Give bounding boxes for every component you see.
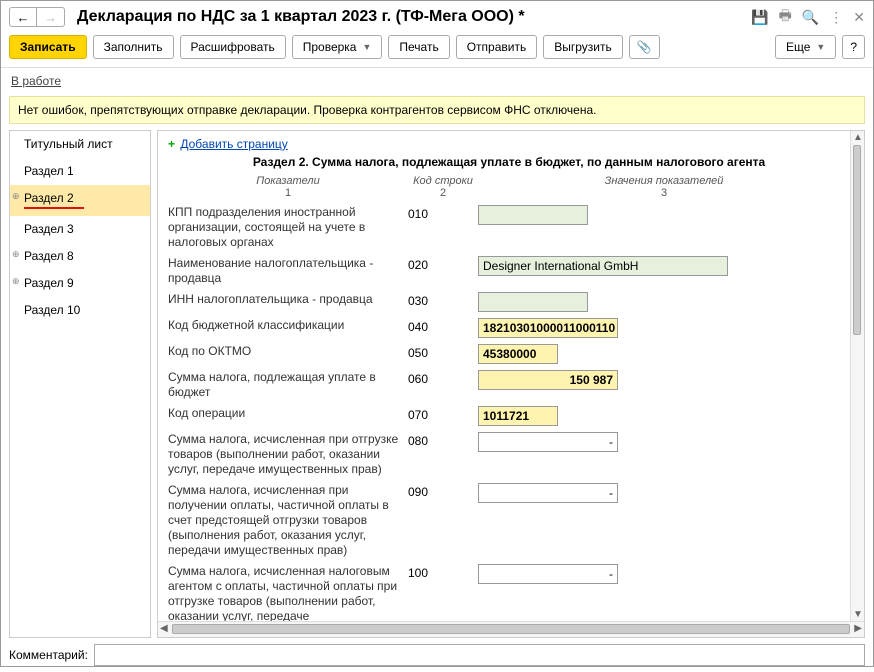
form-row-020: Наименование налогоплательщика - продавц… bbox=[168, 256, 850, 286]
scroll-right-icon[interactable]: ▶ bbox=[854, 623, 862, 634]
row-value-field[interactable]: 1011721 bbox=[478, 406, 558, 426]
comment-label: Комментарий: bbox=[9, 648, 88, 662]
check-button[interactable]: Проверка ▼ bbox=[292, 35, 383, 59]
send-button[interactable]: Отправить bbox=[456, 35, 538, 59]
export-button[interactable]: Выгрузить bbox=[543, 35, 623, 59]
more-button[interactable]: Еще ▼ bbox=[775, 35, 836, 59]
row-linecode: 040 bbox=[408, 318, 478, 334]
row-label: Код операции bbox=[168, 406, 408, 421]
vertical-scrollbar-thumb[interactable] bbox=[853, 145, 861, 335]
row-value-field[interactable]: Designer International GmbH bbox=[478, 256, 728, 276]
form-row-040: Код бюджетной классификации0401821030100… bbox=[168, 318, 850, 338]
active-underline bbox=[24, 207, 84, 209]
print-icon[interactable]: 🖶 bbox=[779, 5, 792, 29]
paperclip-icon: 📎 bbox=[637, 40, 652, 54]
form-row-100: Сумма налога, исчисленная налоговым аген… bbox=[168, 564, 850, 621]
plus-icon: + bbox=[168, 137, 175, 151]
status-link[interactable]: В работе bbox=[11, 74, 61, 88]
row-value-field[interactable]: 45380000 bbox=[478, 344, 558, 364]
row-value-field[interactable]: - bbox=[478, 432, 618, 452]
fill-button[interactable]: Заполнить bbox=[93, 35, 174, 59]
nav-back-button[interactable]: ← bbox=[9, 7, 37, 27]
save-icon[interactable]: 💾 bbox=[751, 9, 768, 26]
sidebar-item-2[interactable]: Раздел 2 bbox=[10, 185, 150, 216]
row-linecode: 100 bbox=[408, 564, 478, 580]
decode-button[interactable]: Расшифровать bbox=[180, 35, 286, 59]
scroll-down-icon[interactable]: ▼ bbox=[853, 609, 863, 620]
horizontal-scrollbar[interactable]: ◀ ▶ bbox=[158, 621, 864, 637]
scroll-left-icon[interactable]: ◀ bbox=[160, 623, 168, 634]
row-value-field[interactable] bbox=[478, 205, 588, 225]
sections-sidebar: Титульный листРаздел 1Раздел 2Раздел 3Ра… bbox=[9, 130, 151, 638]
row-value-field[interactable]: - bbox=[478, 564, 618, 584]
col-head-values: Значения показателей bbox=[478, 175, 850, 187]
more-button-label: Еще bbox=[786, 40, 810, 54]
row-linecode: 050 bbox=[408, 344, 478, 360]
form-row-070: Код операции0701011721 bbox=[168, 406, 850, 426]
window-title: Декларация по НДС за 1 квартал 2023 г. (… bbox=[77, 8, 751, 26]
write-button[interactable]: Записать bbox=[9, 35, 87, 59]
form-row-080: Сумма налога, исчисленная при отгрузке т… bbox=[168, 432, 850, 477]
nav-forward-button[interactable]: → bbox=[37, 7, 65, 27]
col-num-2: 2 bbox=[408, 187, 478, 199]
sidebar-item-3[interactable]: Раздел 3 bbox=[10, 216, 150, 243]
form-row-090: Сумма налога, исчисленная при получении … bbox=[168, 483, 850, 558]
row-label: КПП подразделения иностранной организаци… bbox=[168, 205, 408, 250]
row-label: Наименование налогоплательщика - продавц… bbox=[168, 256, 408, 286]
row-label: Сумма налога, исчисленная налоговым аген… bbox=[168, 564, 408, 621]
col-num-3: 3 bbox=[478, 187, 850, 199]
row-linecode: 060 bbox=[408, 370, 478, 386]
scroll-up-icon[interactable]: ▲ bbox=[853, 132, 863, 143]
comment-input[interactable] bbox=[94, 644, 865, 666]
row-linecode: 010 bbox=[408, 205, 478, 221]
row-label: Сумма налога, исчисленная при получении … bbox=[168, 483, 408, 558]
sidebar-item-4[interactable]: Раздел 8 bbox=[10, 243, 150, 270]
add-page-link[interactable]: Добавить страницу bbox=[180, 137, 287, 151]
form-row-060: Сумма налога, подлежащая уплате в бюджет… bbox=[168, 370, 850, 400]
col-head-indicators: Показатели bbox=[168, 175, 408, 187]
row-label: ИНН налогоплательщика - продавца bbox=[168, 292, 408, 307]
kebab-menu-icon[interactable]: ⋮ bbox=[829, 9, 843, 26]
row-value-field[interactable] bbox=[478, 292, 588, 312]
preview-icon[interactable]: 🔍 bbox=[802, 9, 819, 26]
row-label: Код по ОКТМО bbox=[168, 344, 408, 359]
help-button[interactable]: ? bbox=[842, 35, 865, 59]
row-linecode: 080 bbox=[408, 432, 478, 448]
row-label: Сумма налога, исчисленная при отгрузке т… bbox=[168, 432, 408, 477]
chevron-down-icon: ▼ bbox=[816, 42, 825, 52]
row-linecode: 030 bbox=[408, 292, 478, 308]
row-value-field[interactable]: 18210301000011000110 bbox=[478, 318, 618, 338]
attach-button[interactable]: 📎 bbox=[629, 35, 660, 59]
section-title: Раздел 2. Сумма налога, подлежащая уплат… bbox=[168, 155, 850, 169]
form-row-030: ИНН налогоплательщика - продавца030 bbox=[168, 292, 850, 312]
sidebar-item-1[interactable]: Раздел 1 bbox=[10, 158, 150, 185]
sidebar-item-0[interactable]: Титульный лист bbox=[10, 131, 150, 158]
row-linecode: 070 bbox=[408, 406, 478, 422]
row-value-field[interactable]: 150 987 bbox=[478, 370, 618, 390]
print-button[interactable]: Печать bbox=[388, 35, 449, 59]
check-button-label: Проверка bbox=[303, 40, 357, 54]
horizontal-scrollbar-thumb[interactable] bbox=[172, 624, 850, 634]
sidebar-item-6[interactable]: Раздел 10 bbox=[10, 297, 150, 324]
col-num-1: 1 bbox=[168, 187, 408, 199]
row-label: Код бюджетной классификации bbox=[168, 318, 408, 333]
close-icon[interactable]: ✕ bbox=[853, 9, 865, 26]
col-head-linecode: Код строки bbox=[408, 175, 478, 187]
section-content: + Добавить страницу Раздел 2. Сумма нало… bbox=[157, 130, 865, 638]
form-row-010: КПП подразделения иностранной организаци… bbox=[168, 205, 850, 250]
sidebar-item-5[interactable]: Раздел 9 bbox=[10, 270, 150, 297]
row-value-field[interactable]: - bbox=[478, 483, 618, 503]
form-row-050: Код по ОКТМО05045380000 bbox=[168, 344, 850, 364]
vertical-scrollbar[interactable]: ▲ ▼ bbox=[850, 131, 864, 621]
notice-bar: Нет ошибок, препятствующих отправке декл… bbox=[9, 96, 865, 124]
row-linecode: 020 bbox=[408, 256, 478, 272]
row-label: Сумма налога, подлежащая уплате в бюджет bbox=[168, 370, 408, 400]
row-linecode: 090 bbox=[408, 483, 478, 499]
chevron-down-icon: ▼ bbox=[362, 42, 371, 52]
